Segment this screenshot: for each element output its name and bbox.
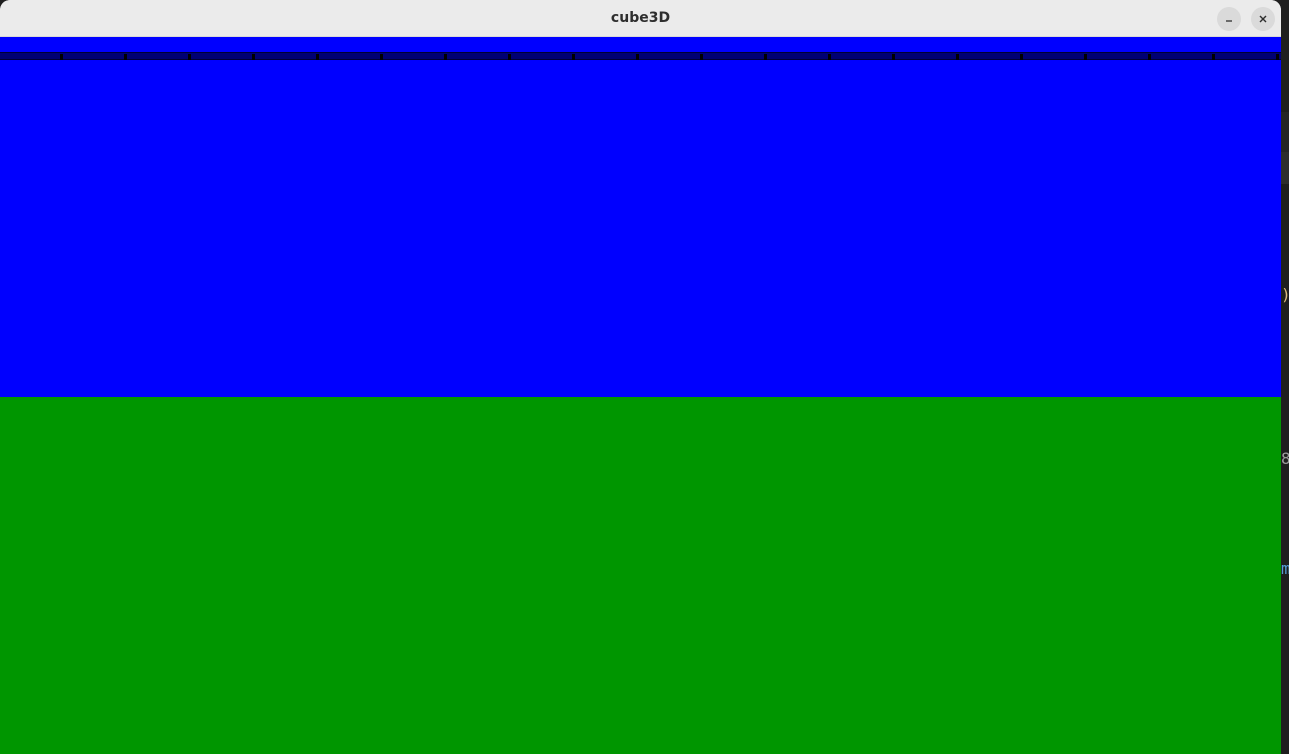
ceiling xyxy=(0,37,1281,397)
wall-seam xyxy=(956,54,959,60)
title-bar[interactable]: cube3D xyxy=(0,0,1281,37)
wall-seam xyxy=(188,54,191,60)
editor-glyph: m xyxy=(1281,559,1289,578)
wall-seam xyxy=(252,54,255,60)
wall-seam xyxy=(60,54,63,60)
wall-seam xyxy=(892,54,895,60)
wall-seam xyxy=(1212,54,1215,60)
floor xyxy=(0,397,1281,754)
app-window: cube3D xyxy=(0,0,1281,754)
background-editor-edge: ) 8 m xyxy=(1281,0,1289,754)
wall-seam xyxy=(1148,54,1151,60)
close-icon xyxy=(1258,14,1268,24)
wall-seam xyxy=(316,54,319,60)
close-button[interactable] xyxy=(1251,7,1275,31)
minimize-icon xyxy=(1224,14,1234,24)
editor-glyph: ) xyxy=(1281,286,1289,304)
render-viewport[interactable] xyxy=(0,37,1281,754)
wall-seam xyxy=(444,54,447,60)
wall-seam xyxy=(764,54,767,60)
wall-seam xyxy=(508,54,511,60)
editor-tab-strip xyxy=(1281,112,1289,152)
editor-toolbar xyxy=(1281,152,1289,184)
wall-seam xyxy=(1084,54,1087,60)
wall-seam xyxy=(124,54,127,60)
editor-glyph: 8 xyxy=(1281,449,1289,468)
wall-seam xyxy=(572,54,575,60)
wall-seam xyxy=(1020,54,1023,60)
minimize-button[interactable] xyxy=(1217,7,1241,31)
wall-seam xyxy=(700,54,703,60)
window-title: cube3D xyxy=(610,10,671,26)
wall-seam xyxy=(828,54,831,60)
wall-seam xyxy=(636,54,639,60)
wall-seam xyxy=(1276,54,1279,60)
distant-wall-strip xyxy=(0,52,1281,60)
wall-seam xyxy=(380,54,383,60)
